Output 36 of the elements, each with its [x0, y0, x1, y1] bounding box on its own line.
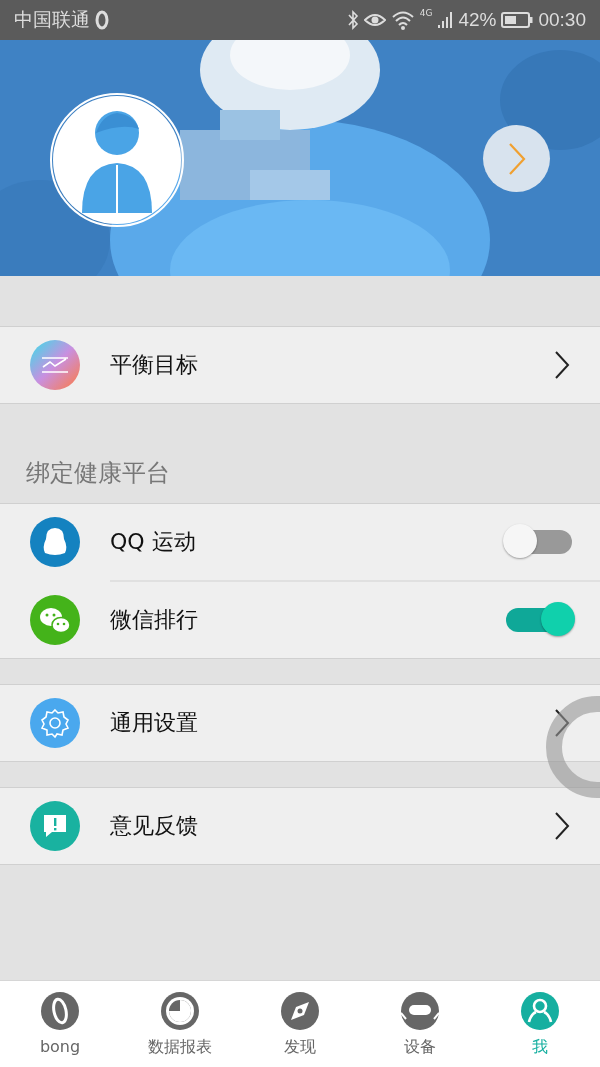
nav-tab[interactable]: 设备 — [360, 981, 480, 1067]
band-logo-icon — [95, 10, 109, 30]
chevron-icon — [554, 350, 570, 380]
nav-tab[interactable]: 数据报表 — [120, 981, 240, 1067]
menu-item[interactable]: 平衡目标 — [0, 327, 600, 403]
compass-icon — [280, 991, 320, 1031]
network-type: 4G — [419, 8, 433, 18]
chevron-icon — [554, 811, 570, 841]
balance-chart-icon — [30, 340, 80, 390]
bluetooth-icon — [346, 10, 359, 30]
avatar[interactable] — [50, 93, 184, 227]
item-label: 平衡目标 — [110, 351, 199, 379]
clock-time: 00:30 — [538, 9, 586, 31]
battery-icon — [501, 10, 534, 30]
item-label: QQ 运动 — [110, 528, 197, 556]
menu-item[interactable]: 通用设置 — [0, 685, 600, 761]
item-label: 微信排行 — [110, 606, 199, 634]
wifi-icon — [390, 10, 415, 30]
penguin-icon — [30, 517, 80, 567]
section-title: 绑定健康平台 — [25, 458, 171, 489]
signal-icon — [437, 10, 454, 30]
menu-item[interactable]: 意见反馈 — [0, 788, 600, 864]
battery-percent: 42% — [458, 9, 497, 31]
gear-icon — [30, 698, 80, 748]
item-label: 意见反馈 — [110, 812, 199, 840]
feedback-icon — [30, 801, 80, 851]
carrier-name: 中国联通 — [14, 7, 90, 32]
device-icon — [400, 991, 440, 1031]
person-icon — [520, 991, 560, 1031]
band-icon — [40, 991, 80, 1031]
chat-bubbles-icon — [30, 595, 80, 645]
nav-tab[interactable]: bong — [0, 981, 120, 1067]
nav-tab[interactable]: 发现 — [240, 981, 360, 1067]
item-label: 通用设置 — [110, 709, 199, 737]
pie-chart-icon — [160, 991, 200, 1031]
chevron-icon — [506, 141, 527, 176]
